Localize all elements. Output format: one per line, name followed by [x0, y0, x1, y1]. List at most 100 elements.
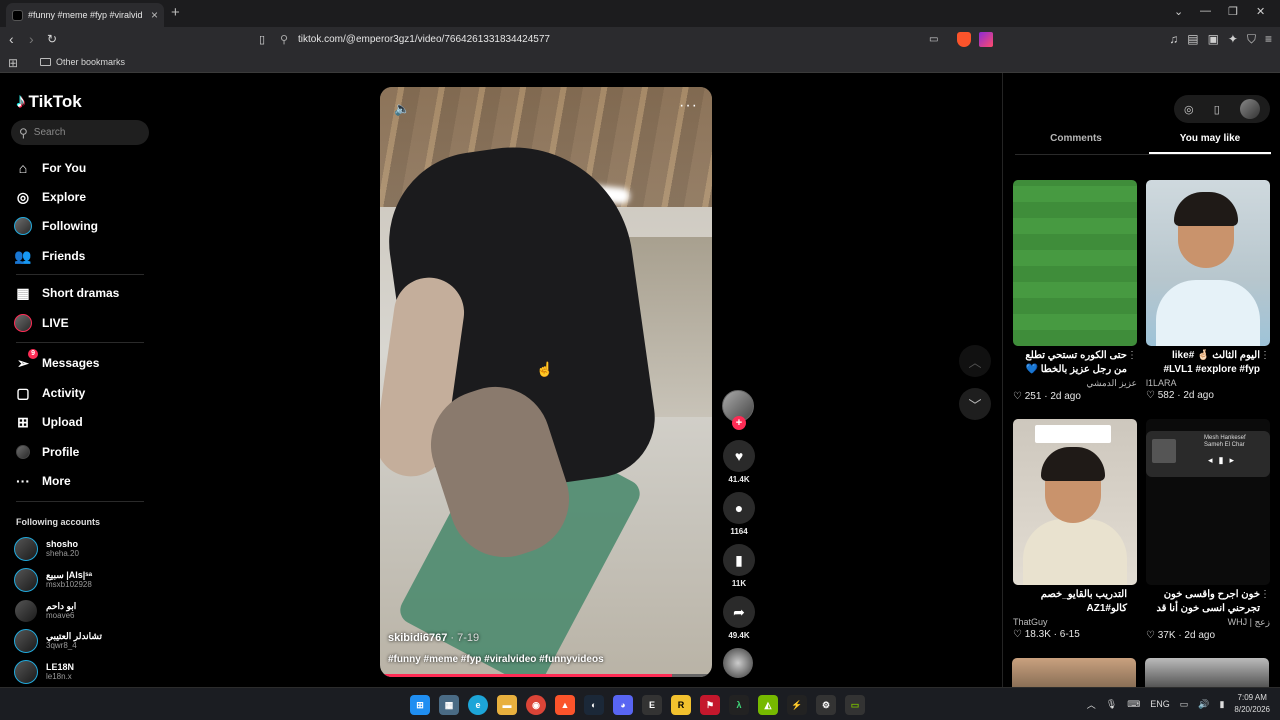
more-options-icon[interactable]: ··· [679, 97, 698, 115]
cast-icon[interactable]: ▭ [929, 34, 938, 45]
apps-grid-icon[interactable]: ⊞ [8, 56, 18, 70]
volume-icon[interactable]: 🔊 [1198, 699, 1209, 710]
language-indicator[interactable]: ENG [1150, 699, 1170, 709]
previous-video-button[interactable]: ︿ [959, 345, 991, 377]
next-video-button[interactable]: ﹀ [959, 388, 991, 420]
card-author: عزيز الدمشي [1086, 378, 1137, 388]
following-account[interactable]: سبيع |Als|ˢᵃ msxb102928 [14, 568, 92, 592]
following-account[interactable]: تشاندلر العتيبي 3qwr8_4 [14, 629, 102, 653]
like-button[interactable]: ♥ 41.4K [723, 440, 755, 484]
battery-icon[interactable]: ▮ [1219, 699, 1224, 710]
video-caption[interactable]: #funny #meme #fyp #viralvideo #funnyvide… [388, 654, 604, 665]
compass-icon[interactable]: ◎ [1184, 103, 1194, 116]
user-avatar[interactable] [1239, 99, 1260, 119]
tab-comments[interactable]: Comments [1015, 133, 1137, 144]
forward-icon[interactable]: › [29, 31, 34, 47]
comment-button[interactable]: ● 1164 [723, 492, 755, 536]
bookmark-folder[interactable]: Other bookmarks [40, 57, 125, 67]
phone-icon[interactable]: ▯ [1214, 103, 1220, 116]
following-account[interactable]: LE18N le18n.x [14, 660, 74, 684]
video-player[interactable]: 🔈 ··· skibidi6767 · 7-19 #funny #meme #f… [380, 87, 712, 677]
app-icon[interactable]: λ [729, 695, 749, 715]
tab-search-icon[interactable]: ⌄ [1174, 5, 1183, 18]
epic-games-icon[interactable]: E [642, 695, 662, 715]
search-input[interactable]: ⚲ Search [11, 120, 149, 145]
minimize-button[interactable]: — [1200, 5, 1211, 17]
nav-profile[interactable]: Profile [14, 443, 79, 461]
more-icon[interactable]: ⋮ [1260, 588, 1270, 602]
settings-icon[interactable]: ⚙ [816, 695, 836, 715]
network-icon[interactable]: ▭ [1180, 699, 1189, 710]
recommended-card-peek[interactable] [1145, 658, 1269, 687]
volume-icon[interactable]: 🔈 [394, 101, 410, 117]
more-icon[interactable]: ⋮ [1260, 349, 1270, 363]
bookmark-icon[interactable]: ▯ [259, 33, 265, 46]
microphone-icon[interactable]: 🎙 [1106, 699, 1117, 710]
nav-activity[interactable]: ▢ Activity [14, 384, 85, 402]
leo-ai-icon[interactable]: ✦ [1228, 32, 1238, 47]
video-progress-bar[interactable] [380, 674, 712, 677]
tiktok-logo[interactable]: ♪ TikTok [16, 91, 82, 113]
clock[interactable]: 7:09 AM 8/20/2026 [1234, 692, 1270, 716]
nvidia-icon[interactable]: ◭ [758, 695, 778, 715]
nav-messages[interactable]: ➢ 9 Messages [14, 349, 99, 372]
close-window-button[interactable]: ✕ [1256, 5, 1265, 18]
steam-icon[interactable]: ◐ [584, 695, 604, 715]
brave-rewards-icon[interactable] [979, 32, 993, 47]
wallet-icon[interactable]: ▣ [1208, 32, 1219, 47]
widgets-icon[interactable]: ▦ [439, 695, 459, 715]
reload-icon[interactable]: ↻ [47, 32, 57, 46]
recommended-card[interactable]: Mesh Hankesef Sameh El Char ◂▮▸ خون اجرح … [1146, 419, 1270, 641]
brave-icon[interactable]: ▲ [555, 695, 575, 715]
rockstar-icon[interactable]: R [671, 695, 691, 715]
nav-explore[interactable]: ◎ Explore [14, 188, 86, 206]
following-account[interactable]: ابو داحم moave6 [14, 599, 76, 623]
recommended-card[interactable]: حتى الكوره تستحي تطلع من رجل عزيز بالخطا… [1013, 180, 1137, 402]
recommended-card[interactable]: التدريب بالقايو_خصم كالو#AZ1 SC:ThatGuy.… [1013, 419, 1137, 640]
comment-icon: ● [723, 492, 755, 524]
chrome-icon[interactable]: ◉ [526, 695, 546, 715]
nav-more[interactable]: ··· More [14, 472, 71, 490]
nav-friends[interactable]: 👥 Friends [14, 247, 85, 265]
chevron-up-icon[interactable]: ︿ [1087, 698, 1096, 711]
nav-short-dramas[interactable]: ▦ Short dramas [14, 284, 119, 302]
browser-tab[interactable]: #funny #meme #fyp #viralvid × [6, 3, 164, 27]
vpn-icon[interactable]: ⛉ [1247, 32, 1256, 47]
maximize-button[interactable]: ❐ [1228, 5, 1238, 18]
nav-following[interactable]: Following [14, 217, 98, 235]
follow-plus-icon[interactable]: + [732, 416, 746, 430]
more-icon[interactable]: ⋮ [1127, 349, 1137, 363]
media-icon[interactable]: ♫ [1169, 32, 1178, 47]
brave-shield-icon[interactable] [957, 32, 971, 47]
recommended-card-peek[interactable] [1012, 658, 1136, 687]
riot-icon[interactable]: ⚑ [700, 695, 720, 715]
back-icon[interactable]: ‹ [9, 31, 14, 47]
new-tab-button[interactable]: + [171, 4, 180, 21]
nav-live[interactable]: LIVE [14, 314, 69, 332]
video-progress-fill [380, 674, 673, 677]
address-bar[interactable]: ⚲ tiktok.com/@emperor3gz1/video/76642613… [280, 29, 1000, 50]
creator-avatar[interactable]: + [722, 390, 754, 430]
start-icon[interactable]: ⊞ [410, 695, 430, 715]
music-disc-icon[interactable] [723, 648, 753, 678]
share-button[interactable]: ➦ 49.4K [723, 596, 755, 640]
file-explorer-icon[interactable]: ▬ [497, 695, 517, 715]
nvidia-overlay-icon[interactable]: ▭ [845, 695, 865, 715]
edge-icon[interactable]: e [468, 695, 488, 715]
close-tab-icon[interactable]: × [151, 8, 158, 22]
sidebar-icon[interactable]: ▤ [1187, 32, 1198, 47]
comment-count: 1164 [730, 527, 748, 536]
nav-for-you[interactable]: ⌂ For You [14, 159, 86, 177]
keyboard-icon[interactable]: ⌨ [1127, 699, 1140, 710]
discord-icon[interactable]: ◕ [613, 695, 633, 715]
app-icon[interactable]: ⚡ [787, 695, 807, 715]
player-controls-icon: ◂▮▸ [1208, 455, 1240, 465]
save-button[interactable]: ▮ 11K [723, 544, 755, 588]
menu-icon[interactable]: ≡ [1265, 32, 1272, 47]
video-author[interactable]: skibidi6767 · 7-19 [388, 632, 479, 644]
following-account[interactable]: shosho sheha.20 [14, 537, 79, 561]
recommended-card[interactable]: اليوم الثالث 🤞🏻 #like #LVL1 #explore #fy… [1146, 180, 1270, 401]
tab-you-may-like[interactable]: You may like [1149, 133, 1271, 144]
site-info-icon[interactable]: ⚲ [280, 33, 298, 46]
nav-upload[interactable]: ⊞ Upload [14, 413, 83, 431]
